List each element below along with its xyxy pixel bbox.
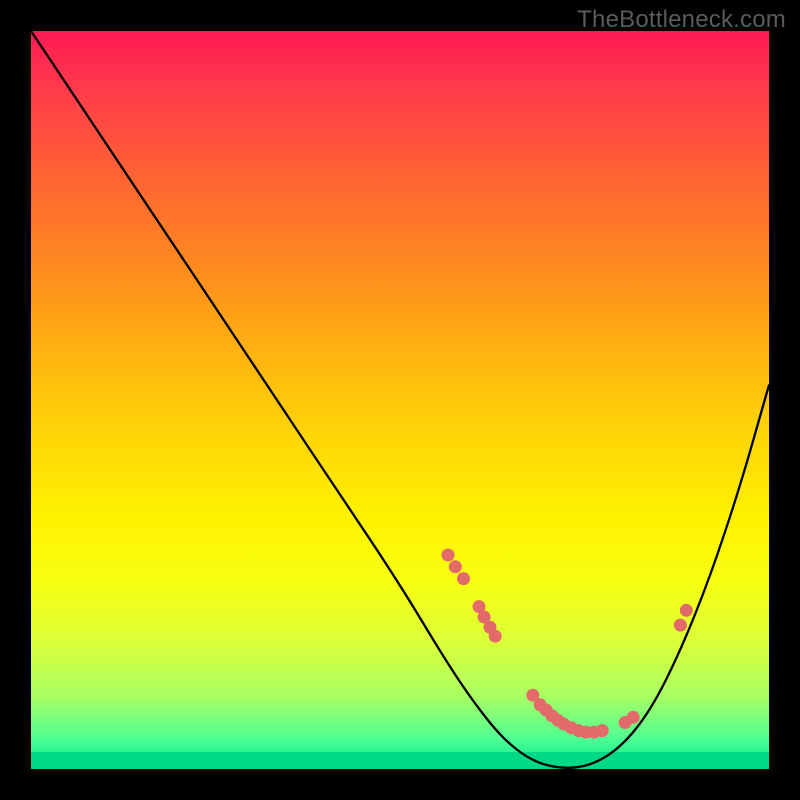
data-marker [680,604,693,617]
plot-area [31,31,769,769]
data-marker [442,549,455,562]
data-marker [449,560,462,573]
data-marker [457,572,470,585]
data-marker [674,619,687,632]
curve-svg [31,31,769,769]
data-marker [596,724,609,737]
bottleneck-curve [31,31,769,768]
data-marker [627,711,640,724]
chart-frame: TheBottleneck.com [0,0,800,800]
watermark-text: TheBottleneck.com [577,6,786,34]
data-marker [489,630,502,643]
